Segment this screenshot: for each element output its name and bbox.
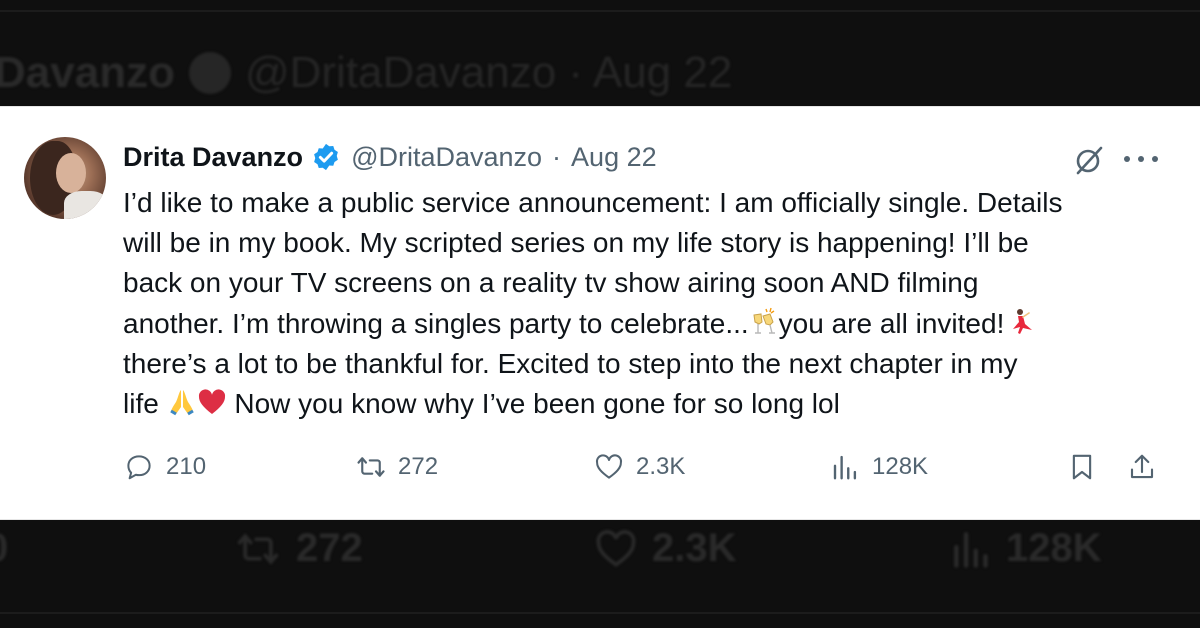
tweet-line: I’d like to make a public service announ…: [123, 187, 1063, 218]
tweet-line: Now you know why I’ve been gone for so l…: [234, 388, 840, 420]
tweet-line: will be in my book. My scripted series o…: [123, 227, 1029, 259]
dancer-icon: [1013, 308, 1033, 334]
background-verified-icon: [188, 52, 231, 94]
background-author-name: Davanzo: [0, 48, 175, 97]
background-likes: 2.3K: [592, 526, 737, 571]
tweet-card[interactable]: Drita Davanzo @DritaDavanzo · Aug 22 I’d…: [0, 106, 1200, 520]
author-handle[interactable]: @DritaDavanzo: [351, 142, 542, 173]
avatar[interactable]: [24, 137, 106, 219]
background-divider: [0, 612, 1200, 614]
background-author-row: Davanzo @DritaDavanzo · Aug 22: [0, 48, 732, 98]
bookmark-icon[interactable]: [1067, 452, 1097, 482]
tweet-line: another. I’m throwing a singles party to…: [123, 307, 749, 339]
background-handle-date: @DritaDavanzo · Aug 22: [244, 48, 733, 97]
tweet-text: I’d like to make a public service announ…: [123, 183, 1173, 424]
grok-icon[interactable]: [1073, 144, 1105, 176]
background-header: Davanzo @DritaDavanzo · Aug 22: [0, 0, 1200, 106]
like-count: 2.3K: [636, 453, 686, 480]
reply-icon: [127, 455, 151, 480]
tweet-line: there’s a lot to be thankful for. Excite…: [123, 347, 1018, 379]
reply-button[interactable]: 210: [124, 445, 206, 489]
folded-hands-icon: [169, 390, 194, 416]
red-heart-icon: [198, 389, 225, 415]
more-icon[interactable]: [1124, 144, 1158, 174]
views-count: 128K: [872, 453, 929, 480]
author-name[interactable]: Drita Davanzo: [123, 142, 303, 173]
tweet-line: life: [123, 388, 159, 420]
separator-dot: ·: [552, 141, 562, 172]
background-footer: 0 272 2.3K 128K: [0, 520, 1200, 628]
share-icon[interactable]: [1127, 452, 1157, 482]
tweet-line: back on your TV screens on a reality tv …: [123, 267, 979, 299]
verified-badge-icon: [314, 143, 338, 171]
background-heart-icon: [596, 529, 636, 567]
tweet-line: you are all invited!: [778, 307, 1005, 339]
retweet-count: 272: [398, 453, 439, 480]
background-views: 128K: [948, 526, 1102, 571]
like-button[interactable]: 2.3K: [594, 445, 685, 489]
heart-icon: [595, 454, 623, 479]
tweet-actions: 210 272 2.3K 128K: [0, 445, 1200, 489]
clinking-glasses-icon: [753, 307, 775, 334]
retweet-icon: [357, 457, 385, 477]
background-retweet: 272: [232, 526, 363, 571]
views-button[interactable]: 128K: [830, 445, 928, 489]
background-views-icon: [954, 531, 988, 568]
background-retweet-icon: [237, 532, 279, 565]
retweet-button[interactable]: 272: [356, 445, 438, 489]
tweet-header: Drita Davanzo @DritaDavanzo · Aug 22: [123, 140, 657, 174]
views-icon: [833, 455, 857, 480]
background-divider: [0, 10, 1200, 12]
tweet-date[interactable]: Aug 22: [571, 142, 657, 173]
background-reply-count: 0: [0, 526, 8, 571]
reply-count: 210: [166, 453, 207, 480]
